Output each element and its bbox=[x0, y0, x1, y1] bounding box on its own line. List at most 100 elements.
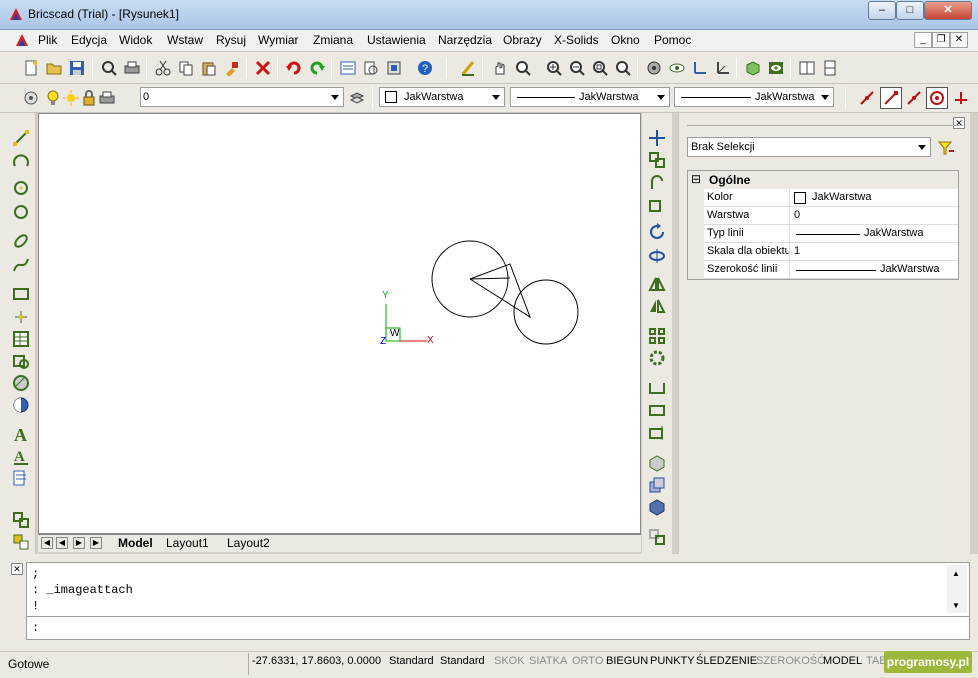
prop-row-linetype[interactable]: Typ linii JakWarstwa bbox=[704, 225, 958, 243]
zoom-realtime-icon[interactable] bbox=[512, 57, 534, 79]
mdi-minimize-button[interactable]: _ bbox=[914, 32, 932, 48]
maximize-button[interactable]: □ bbox=[896, 1, 924, 20]
tab-model[interactable]: Model bbox=[118, 536, 153, 550]
menu-wstaw[interactable]: Wstaw bbox=[167, 33, 203, 47]
cut-icon[interactable] bbox=[152, 57, 174, 79]
status-dim-style[interactable]: Standard bbox=[440, 655, 485, 667]
layer-select[interactable]: 0 bbox=[140, 87, 344, 107]
drawing-line[interactable] bbox=[469, 277, 511, 280]
status-toggle-biegun[interactable]: BIEGUN bbox=[606, 655, 648, 667]
circle-tool-icon[interactable] bbox=[10, 177, 32, 199]
collapse-icon[interactable]: ⊟ bbox=[691, 172, 701, 186]
mdi-restore-button[interactable]: ❐ bbox=[932, 32, 950, 48]
new-file-icon[interactable] bbox=[20, 57, 42, 79]
solid-box-tool-icon[interactable] bbox=[646, 452, 668, 474]
design-center-icon[interactable] bbox=[383, 57, 405, 79]
close-button[interactable]: ✕ bbox=[924, 1, 972, 20]
status-toggle-orto[interactable]: ORTO bbox=[572, 655, 603, 667]
menu-plik[interactable]: Plik bbox=[38, 33, 57, 47]
hatch-tool-icon[interactable] bbox=[10, 372, 32, 394]
table-tool-icon[interactable] bbox=[10, 328, 32, 350]
paste-icon[interactable] bbox=[198, 57, 220, 79]
print-icon[interactable] bbox=[121, 57, 143, 79]
explode-tool-icon[interactable] bbox=[646, 526, 668, 548]
explorer-icon[interactable] bbox=[360, 57, 382, 79]
menu-xsolids[interactable]: X-Solids bbox=[554, 33, 599, 47]
tile-vertical-icon[interactable] bbox=[796, 57, 818, 79]
command-scrollbar[interactable]: ▲ ▼ bbox=[947, 565, 967, 613]
selection-select[interactable]: Brak Selekcji bbox=[687, 137, 931, 157]
color-select[interactable]: JakWarstwa bbox=[379, 87, 505, 107]
layer-manager-icon[interactable] bbox=[20, 87, 42, 109]
tab-prev-button[interactable]: ◀ bbox=[56, 537, 68, 549]
command-input[interactable] bbox=[47, 618, 947, 638]
status-toggle-skok[interactable]: SKOK bbox=[494, 655, 525, 667]
properties-icon[interactable] bbox=[337, 57, 359, 79]
copy-icon[interactable] bbox=[175, 57, 197, 79]
layer-previous-icon[interactable] bbox=[346, 87, 368, 109]
solid-union-tool-icon[interactable] bbox=[646, 474, 668, 496]
rotate-tool-icon[interactable] bbox=[646, 221, 668, 243]
tab-layout1[interactable]: Layout1 bbox=[166, 536, 209, 550]
eye-icon[interactable] bbox=[666, 57, 688, 79]
minimize-button[interactable]: ‒ bbox=[868, 1, 896, 20]
undo-icon[interactable] bbox=[283, 57, 305, 79]
view-manager-icon[interactable] bbox=[643, 57, 665, 79]
menu-zmiana[interactable]: Zmiana bbox=[313, 33, 353, 47]
status-toggle-punkty[interactable]: PUNKTY bbox=[650, 655, 695, 667]
snap-endpoint-icon[interactable] bbox=[856, 87, 878, 109]
copy-tool-icon[interactable] bbox=[646, 149, 668, 171]
print-preview-icon[interactable] bbox=[98, 57, 120, 79]
redo-icon[interactable] bbox=[306, 57, 328, 79]
mirror-tool-icon[interactable] bbox=[646, 273, 668, 295]
menu-wymiar[interactable]: Wymiar bbox=[258, 33, 299, 47]
snap-nearest-icon[interactable] bbox=[903, 87, 925, 109]
status-text-style[interactable]: Standard bbox=[389, 655, 434, 667]
tab-last-button[interactable]: ▶ bbox=[90, 537, 102, 549]
extend-tool-icon[interactable] bbox=[646, 422, 668, 444]
match-properties-icon[interactable] bbox=[221, 57, 243, 79]
move-tool-icon[interactable] bbox=[646, 127, 668, 149]
document-icon[interactable] bbox=[14, 32, 30, 48]
drawing-canvas[interactable]: Y X Z W bbox=[38, 113, 641, 534]
line-tool-icon[interactable] bbox=[10, 127, 32, 149]
prop-row-layer[interactable]: Warstwa 0 bbox=[704, 207, 958, 225]
trim-tool-icon[interactable] bbox=[646, 399, 668, 421]
snap-center-icon[interactable] bbox=[926, 87, 948, 109]
linetype-select[interactable]: JakWarstwa bbox=[510, 87, 670, 107]
save-icon[interactable] bbox=[66, 57, 88, 79]
pencil-icon[interactable] bbox=[457, 57, 479, 79]
status-toggle-siatka[interactable]: SIATKA bbox=[529, 655, 567, 667]
status-toggle-szerokosc[interactable]: SZEROKOŚĆ bbox=[756, 655, 825, 667]
ucs-icon[interactable] bbox=[689, 57, 711, 79]
rectangle-tool-icon[interactable] bbox=[10, 283, 32, 305]
3d-box-icon[interactable] bbox=[742, 57, 764, 79]
drawing-triangle[interactable] bbox=[469, 263, 531, 319]
open-folder-icon[interactable] bbox=[43, 57, 65, 79]
attribute-tool-icon[interactable] bbox=[10, 467, 32, 489]
lineweight-select[interactable]: JakWarstwa bbox=[674, 87, 834, 107]
tab-layout2[interactable]: Layout2 bbox=[227, 536, 270, 550]
scroll-up-icon[interactable]: ▲ bbox=[952, 569, 960, 578]
solid-subtract-tool-icon[interactable] bbox=[646, 496, 668, 518]
offset-tool-icon[interactable] bbox=[646, 171, 668, 193]
zoom-in-icon[interactable] bbox=[543, 57, 565, 79]
menu-rysuj[interactable]: Rysuj bbox=[216, 33, 246, 47]
status-toggle-model[interactable]: MODEL bbox=[823, 655, 862, 667]
zoom-extents-icon[interactable] bbox=[612, 57, 634, 79]
render-icon[interactable] bbox=[765, 57, 787, 79]
region-tool-icon[interactable] bbox=[10, 394, 32, 416]
help-icon[interactable]: ? bbox=[414, 57, 436, 79]
delete-icon[interactable] bbox=[252, 57, 274, 79]
menu-widok[interactable]: Widok bbox=[119, 33, 152, 47]
quick-select-icon[interactable] bbox=[935, 137, 957, 159]
zoom-out-icon[interactable] bbox=[566, 57, 588, 79]
properties-section-header[interactable]: ⊟ Ogólne bbox=[688, 171, 958, 189]
prop-row-lineweight[interactable]: Szerokość linii JakWarstwa bbox=[704, 261, 958, 279]
prop-row-scale[interactable]: Skala dla obiektu 1 bbox=[704, 243, 958, 261]
menu-okno[interactable]: Okno bbox=[611, 33, 640, 47]
scroll-down-icon[interactable]: ▼ bbox=[952, 601, 960, 610]
arc-tool-icon[interactable] bbox=[10, 149, 32, 171]
stretch-tool-icon[interactable] bbox=[646, 376, 668, 398]
properties-close-button[interactable]: ✕ bbox=[953, 117, 965, 129]
